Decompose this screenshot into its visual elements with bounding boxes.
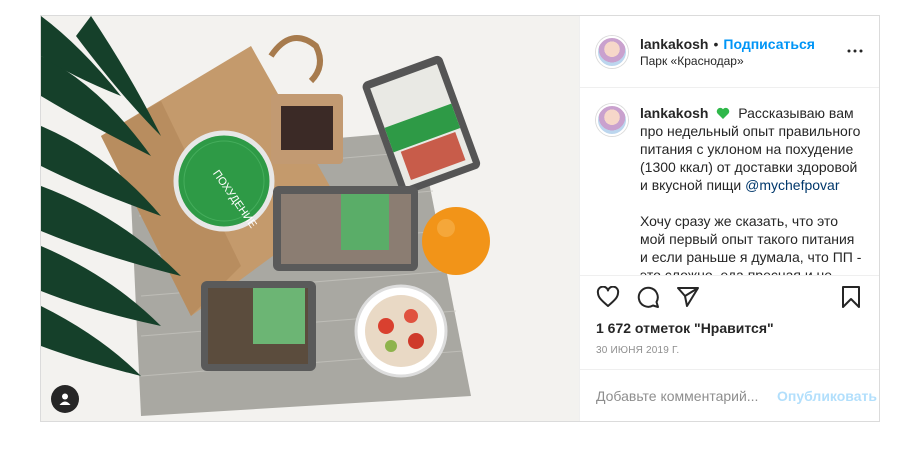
- publish-button[interactable]: Опубликовать: [777, 388, 877, 404]
- caption-username-link[interactable]: lankakosh: [640, 105, 708, 121]
- location-link[interactable]: Парк «Краснодар»: [640, 54, 815, 68]
- header-line: lankakosh • Подписаться: [640, 36, 815, 52]
- share-button[interactable]: [668, 277, 708, 317]
- food-flatlay-image: ПОХУДЕНИЕ: [41, 16, 579, 421]
- instagram-post: ПОХУДЕНИЕ lankakosh • Подписаться Парк «…: [40, 15, 880, 422]
- post-header: lankakosh • Подписаться Парк «Краснодар»: [580, 16, 879, 88]
- comment-input[interactable]: [596, 387, 777, 404]
- caption: lankakosh Рассказываю вам про недельный …: [596, 104, 863, 275]
- caption-text: lankakosh Рассказываю вам про недельный …: [640, 104, 862, 275]
- comment-button[interactable]: [628, 277, 668, 317]
- header-text: lankakosh • Подписаться Парк «Краснодар»: [640, 36, 815, 68]
- heart-icon: [596, 285, 620, 307]
- green-heart-icon: [717, 107, 730, 119]
- user-tag-button[interactable]: [51, 385, 79, 413]
- bookmark-icon: [842, 286, 860, 308]
- username-link[interactable]: lankakosh: [640, 36, 708, 52]
- post-date[interactable]: 30 июня 2019 г.: [580, 339, 879, 369]
- follow-button[interactable]: Подписаться: [723, 36, 815, 52]
- share-icon: [677, 286, 699, 307]
- post-sidebar: lankakosh • Подписаться Парк «Краснодар»…: [579, 16, 879, 421]
- mention-link[interactable]: @mychefpovar: [745, 177, 839, 193]
- caption-text-part-2: Хочу сразу же сказать, что это мой первы…: [640, 213, 862, 275]
- comment-icon: [637, 286, 659, 308]
- avatar[interactable]: [596, 35, 628, 68]
- separator-dot: •: [713, 35, 719, 52]
- user-tag-icon: [59, 393, 71, 405]
- action-bar: [580, 275, 879, 317]
- like-button[interactable]: [588, 277, 628, 317]
- caption-avatar[interactable]: [596, 104, 628, 136]
- comments-area: lankakosh Рассказываю вам про недельный …: [580, 88, 879, 275]
- post-photo[interactable]: ПОХУДЕНИЕ: [41, 16, 579, 421]
- likes-count[interactable]: 1 672 отметок "Нравится": [580, 317, 879, 339]
- add-comment-bar: Опубликовать: [580, 369, 879, 421]
- save-button[interactable]: [831, 277, 871, 317]
- more-horizontal-icon[interactable]: [847, 43, 863, 59]
